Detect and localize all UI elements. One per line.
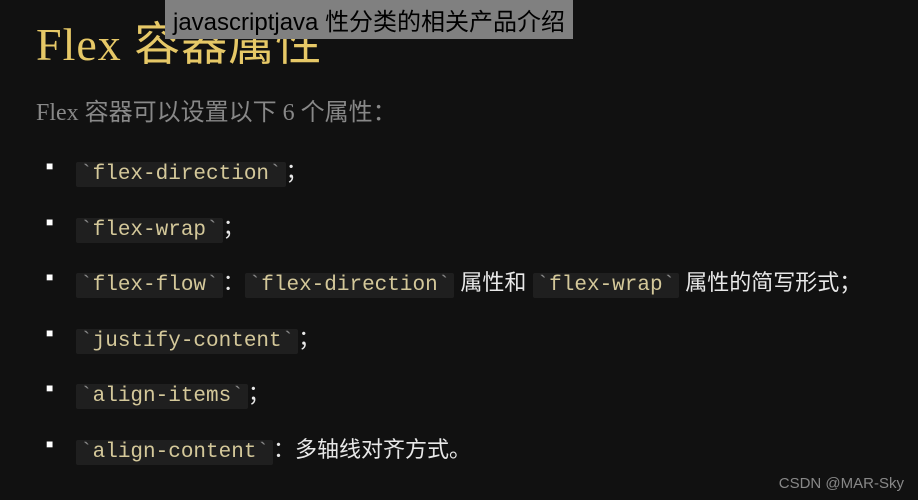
code-token: justify-content [76,329,298,354]
item-text: 属性的简写形式； [679,270,861,295]
list-item: flex-direction； [46,155,882,191]
list-item: flex-flow：flex-direction 属性和 flex-wrap 属… [46,266,882,302]
code-token: flex-wrap [533,273,680,298]
watermark: CSDN @MAR-Sky [779,475,904,492]
list-item: align-content：多轴线对齐方式。 [46,433,882,469]
list-item: align-items； [46,377,882,413]
subtitle-text: Flex 容器可以设置以下 6 个属性： [36,92,882,127]
item-suffix: ； [286,159,308,184]
item-suffix: ； [248,381,270,406]
item-text: 属性和 [454,270,532,295]
overlay-banner: javascriptjava 性分类的相关产品介绍 [165,0,573,39]
item-text: ： [223,270,245,295]
item-text: ：多轴线对齐方式。 [273,437,471,462]
code-token: flex-direction [245,273,455,298]
item-suffix: ； [298,326,320,351]
code-token: flex-flow [76,273,223,298]
code-token: align-content [76,440,273,465]
property-list: flex-direction； flex-wrap； flex-flow：fle… [36,155,882,468]
code-token: align-items [76,384,248,409]
code-token: flex-wrap [76,218,223,243]
code-token: flex-direction [76,162,286,187]
list-item: justify-content； [46,322,882,358]
list-item: flex-wrap； [46,211,882,247]
item-suffix: ； [223,215,245,240]
content-area: Flex 容器属性 Flex 容器可以设置以下 6 个属性： flex-dire… [0,0,918,468]
